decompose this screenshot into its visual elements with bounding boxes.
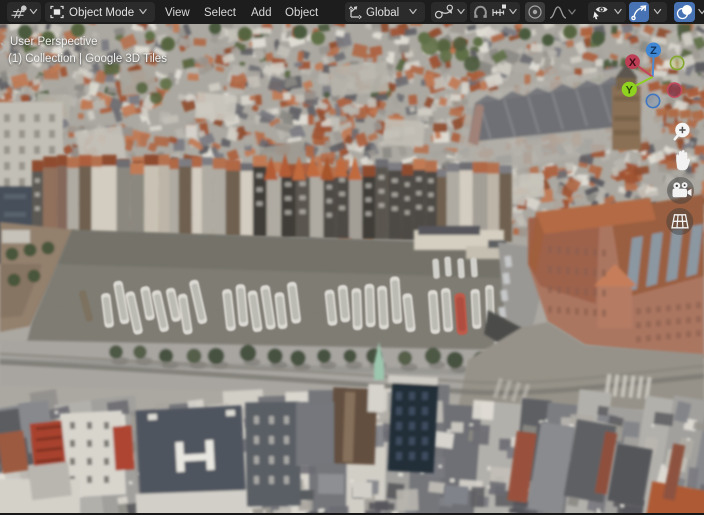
svg-text:Select: Select (204, 7, 237, 19)
svg-text:Add: Add (251, 7, 271, 19)
svg-text:Object: Object (285, 7, 319, 19)
svg-text:Z: Z (650, 45, 657, 57)
svg-text:Object Mode: Object Mode (69, 7, 134, 19)
svg-text:Y: Y (626, 84, 634, 96)
svg-text:View: View (165, 7, 190, 19)
svg-text:X: X (629, 57, 637, 69)
svg-text:Global: Global (366, 7, 399, 19)
